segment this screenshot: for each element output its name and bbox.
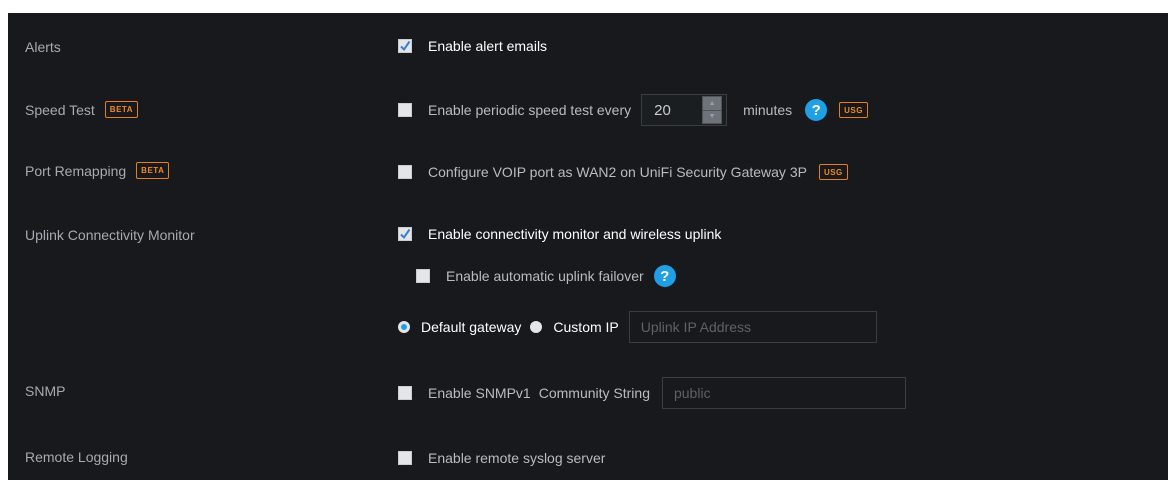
remote-logging-label: Remote Logging xyxy=(25,449,128,465)
snmp-checkbox[interactable] xyxy=(398,386,412,400)
alerts-enable-label: Enable alert emails xyxy=(428,38,548,54)
custom-ip-label: Custom IP xyxy=(553,319,619,335)
port-remapping-enable-label: Configure VOIP port as WAN2 on UniFi Sec… xyxy=(428,164,807,180)
default-gateway-radio[interactable] xyxy=(398,321,410,333)
settings-panel: Alerts Enable alert emails Speed Test BE… xyxy=(8,13,1168,480)
community-string-input[interactable] xyxy=(661,377,906,409)
uplink-monitor-row: Enable connectivity monitor and wireless… xyxy=(398,226,721,242)
speed-test-unit-label: minutes xyxy=(743,102,793,118)
snmp-label: SNMP xyxy=(25,383,66,399)
speed-test-label: Speed Test BETA xyxy=(25,101,138,118)
snmp-row: Enable SNMPv1 Community String xyxy=(398,377,906,409)
chevron-down-icon[interactable]: ▼ xyxy=(703,111,721,124)
alerts-checkbox[interactable] xyxy=(398,39,412,53)
speed-test-interval-stepper[interactable]: 20 ▲ ▼ xyxy=(641,94,728,126)
checkmark-icon xyxy=(400,40,411,52)
alerts-row: Enable alert emails xyxy=(398,38,547,54)
usg-badge: USG xyxy=(839,102,868,118)
uplink-monitor-enable-label: Enable connectivity monitor and wireless… xyxy=(428,226,722,242)
speed-test-row: Enable periodic speed test every 20 ▲ ▼ … xyxy=(398,94,868,126)
port-remapping-checkbox[interactable] xyxy=(398,165,412,179)
uplink-target-row: Default gateway Custom IP xyxy=(398,311,877,343)
port-remapping-label: Port Remapping BETA xyxy=(25,162,170,179)
community-string-label: Community String xyxy=(538,385,650,401)
uplink-monitor-checkbox[interactable] xyxy=(398,227,412,241)
chevron-up-icon[interactable]: ▲ xyxy=(703,97,722,111)
usg-badge: USG xyxy=(818,164,848,180)
uplink-failover-checkbox[interactable] xyxy=(416,269,430,283)
remote-logging-enable-label: Enable remote syslog server xyxy=(428,450,606,466)
default-gateway-label: Default gateway xyxy=(421,319,522,335)
help-icon[interactable]: ? xyxy=(653,265,676,287)
speed-test-enable-label: Enable periodic speed test every xyxy=(428,102,632,118)
uplink-failover-row: Enable automatic uplink failover ? xyxy=(416,265,676,287)
snmp-enable-label: Enable SNMPv1 xyxy=(428,385,531,401)
spinner[interactable]: ▲ ▼ xyxy=(702,96,723,124)
help-icon[interactable]: ? xyxy=(805,99,828,121)
custom-ip-radio[interactable] xyxy=(530,321,543,333)
checkmark-icon xyxy=(400,228,411,240)
remote-logging-checkbox[interactable] xyxy=(398,451,412,465)
beta-badge: BETA xyxy=(136,162,170,179)
uplink-failover-label: Enable automatic uplink failover xyxy=(446,268,644,284)
speed-test-interval-value[interactable]: 20 xyxy=(642,102,702,119)
speed-test-checkbox[interactable] xyxy=(398,103,412,117)
port-remapping-row: Configure VOIP port as WAN2 on UniFi Sec… xyxy=(398,164,848,180)
uplink-monitor-label: Uplink Connectivity Monitor xyxy=(25,227,195,243)
uplink-ip-input[interactable] xyxy=(628,311,877,343)
alerts-label: Alerts xyxy=(25,39,61,55)
remote-logging-row: Enable remote syslog server xyxy=(398,450,605,466)
beta-badge: BETA xyxy=(104,101,138,118)
